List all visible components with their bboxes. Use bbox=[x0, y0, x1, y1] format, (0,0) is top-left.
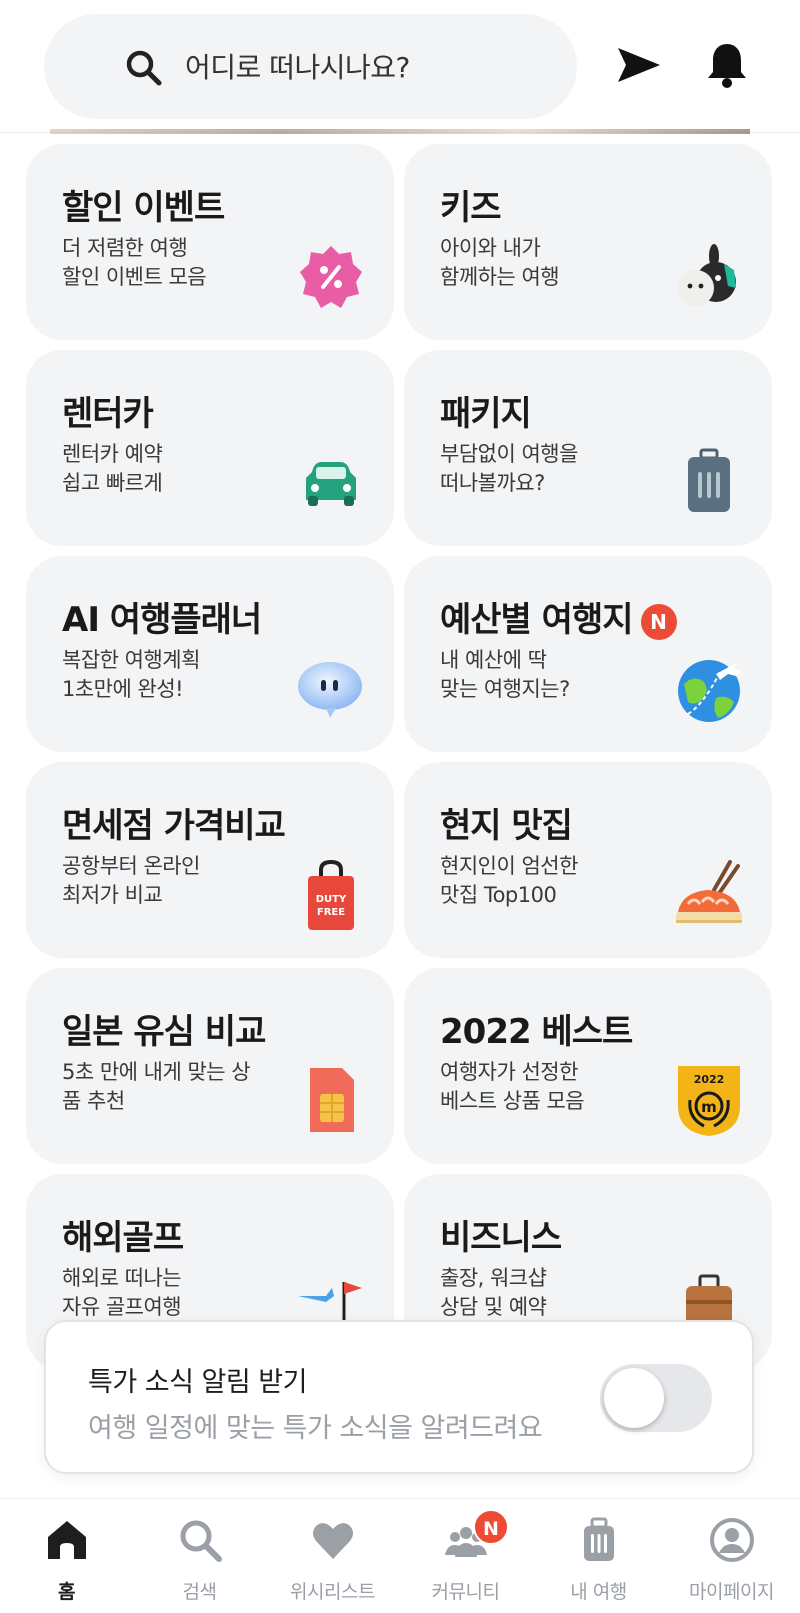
nav-label: 커뮤니티 bbox=[431, 1581, 500, 1603]
card-title: 2022 베스트 bbox=[440, 1012, 633, 1052]
card-subtitle: 더 저렴한 여행 할인 이벤트 모음 bbox=[62, 236, 207, 289]
card-title: 비즈니스 bbox=[440, 1218, 562, 1258]
card-subtitle: 여행자가 선정한 베스트 상품 모음 bbox=[440, 1060, 585, 1113]
nav-label: 내 여행 bbox=[570, 1581, 627, 1603]
card-title: 렌터카 bbox=[62, 394, 154, 434]
toggle-knob bbox=[604, 1368, 664, 1428]
chat-bubble-icon bbox=[298, 662, 362, 718]
best-medal-icon: 2022 m bbox=[678, 1066, 740, 1136]
suitcase-icon bbox=[688, 448, 730, 512]
globe-plane-icon bbox=[678, 660, 742, 722]
card-title: 할인 이벤트 bbox=[62, 188, 225, 228]
card-local-restaurant[interactable]: 현지 맛집 현지인이 엄선한 맛집 Top100 bbox=[404, 762, 772, 958]
card-ai-planner[interactable]: AI 여행플래너 복잡한 여행계획 1초만에 완성! bbox=[26, 556, 394, 752]
search-bar[interactable]: 어디로 떠나시나요? bbox=[44, 14, 577, 119]
svg-text:2022: 2022 bbox=[694, 1073, 725, 1086]
card-subtitle: 렌터카 예약 쉽고 빠르게 bbox=[62, 442, 163, 495]
card-title: 일본 유심 비교 bbox=[62, 1012, 266, 1052]
car-icon bbox=[306, 462, 356, 506]
top-header: 어디로 떠나시나요? bbox=[0, 0, 800, 134]
nav-label: 홈 bbox=[58, 1581, 75, 1603]
bell-icon[interactable] bbox=[700, 38, 754, 92]
nav-home[interactable]: 홈 bbox=[0, 1499, 133, 1613]
card-rental-car[interactable]: 렌터카 렌터카 예약 쉽고 빠르게 bbox=[26, 350, 394, 546]
card-subtitle: 5초 만에 내게 맞는 상품 추천 bbox=[62, 1060, 251, 1113]
kids-icon bbox=[678, 244, 736, 306]
card-subtitle: 부담없이 여행을 떠나볼까요? bbox=[440, 442, 578, 495]
heart-icon bbox=[313, 1523, 353, 1559]
search-placeholder: 어디로 떠나시나요? bbox=[185, 51, 410, 84]
nav-my-page[interactable]: 마이페이지 bbox=[665, 1499, 798, 1613]
alert-title: 특가 소식 알림 받기 bbox=[88, 1367, 307, 1398]
svg-text:m: m bbox=[701, 1098, 717, 1116]
sim-card-icon bbox=[310, 1068, 354, 1132]
card-subtitle: 아이와 내가 함께하는 여행 bbox=[440, 236, 560, 289]
card-2022-best[interactable]: 2022 베스트 여행자가 선정한 베스트 상품 모음 2022 m bbox=[404, 968, 772, 1164]
new-badge: N bbox=[640, 603, 677, 640]
nav-my-trips[interactable]: 내 여행 bbox=[532, 1499, 665, 1613]
nav-label: 위시리스트 bbox=[290, 1581, 375, 1603]
card-budget-destination[interactable]: 예산별 여행지 N 내 예산에 딱 맞는 여행지는? bbox=[404, 556, 772, 752]
card-subtitle: 출장, 워크샵 상담 및 예약 bbox=[440, 1266, 547, 1319]
nav-label: 검색 bbox=[182, 1581, 217, 1603]
card-kids[interactable]: 키즈 아이와 내가 함께하는 여행 bbox=[404, 144, 772, 340]
card-package[interactable]: 패키지 부담없이 여행을 떠나볼까요? bbox=[404, 350, 772, 546]
card-subtitle: 공항부터 온라인 최저가 비교 bbox=[62, 854, 200, 907]
alert-toggle[interactable] bbox=[600, 1364, 712, 1432]
card-japan-sim[interactable]: 일본 유심 비교 5초 만에 내게 맞는 상품 추천 bbox=[26, 968, 394, 1164]
search-icon bbox=[180, 1520, 222, 1562]
card-duty-free[interactable]: 면세점 가격비교 공항부터 온라인 최저가 비교 DUTY FREE bbox=[26, 762, 394, 958]
banner-edge bbox=[50, 129, 750, 134]
card-title: 키즈 bbox=[440, 188, 502, 228]
card-title: 해외골프 bbox=[62, 1218, 184, 1258]
card-subtitle: 복잡한 여행계획 1초만에 완성! bbox=[62, 648, 200, 701]
profile-icon bbox=[710, 1518, 754, 1562]
duty-free-bag-icon: DUTY FREE bbox=[308, 860, 354, 930]
nav-wishlist[interactable]: 위시리스트 bbox=[266, 1499, 399, 1613]
card-title: 패키지 bbox=[440, 394, 532, 434]
send-icon[interactable] bbox=[612, 38, 666, 92]
svg-text:FREE: FREE bbox=[317, 907, 345, 918]
card-title: AI 여행플래너 bbox=[62, 600, 262, 640]
nav-search[interactable]: 검색 bbox=[133, 1499, 266, 1613]
card-title: 현지 맛집 bbox=[440, 806, 573, 846]
search-icon bbox=[126, 50, 162, 86]
community-new-badge: N bbox=[473, 1509, 509, 1545]
luggage-icon bbox=[584, 1517, 614, 1561]
card-title: 예산별 여행지 N bbox=[440, 592, 677, 641]
alert-description: 여행 일정에 맞는 특가 소식을 알려드려요 bbox=[88, 1413, 543, 1444]
bottom-nav: 홈 검색 위시리스트 N 커뮤니티 내 여행 마이페이지 bbox=[0, 1498, 800, 1613]
app-screen: 어디로 떠나시나요? 할인 이벤트 더 저렴한 여행 할인 이벤트 모음 키즈 아… bbox=[0, 0, 800, 1613]
sushi-icon bbox=[676, 860, 742, 923]
nav-label: 마이페이지 bbox=[689, 1581, 774, 1603]
card-title: 면세점 가격비교 bbox=[62, 806, 286, 846]
card-subtitle: 내 예산에 딱 맞는 여행지는? bbox=[440, 648, 570, 701]
svg-text:DUTY: DUTY bbox=[316, 894, 347, 905]
nav-community[interactable]: N 커뮤니티 bbox=[399, 1499, 532, 1613]
card-discount-event[interactable]: 할인 이벤트 더 저렴한 여행 할인 이벤트 모음 bbox=[26, 144, 394, 340]
card-subtitle: 해외로 떠나는 자유 골프여행 bbox=[62, 1266, 182, 1319]
deal-alert-popup: 특가 소식 알림 받기 여행 일정에 맞는 특가 소식을 알려드려요 bbox=[44, 1320, 754, 1474]
card-subtitle: 현지인이 엄선한 맛집 Top100 bbox=[440, 854, 578, 907]
home-icon bbox=[48, 1521, 86, 1559]
discount-icon bbox=[300, 246, 362, 308]
